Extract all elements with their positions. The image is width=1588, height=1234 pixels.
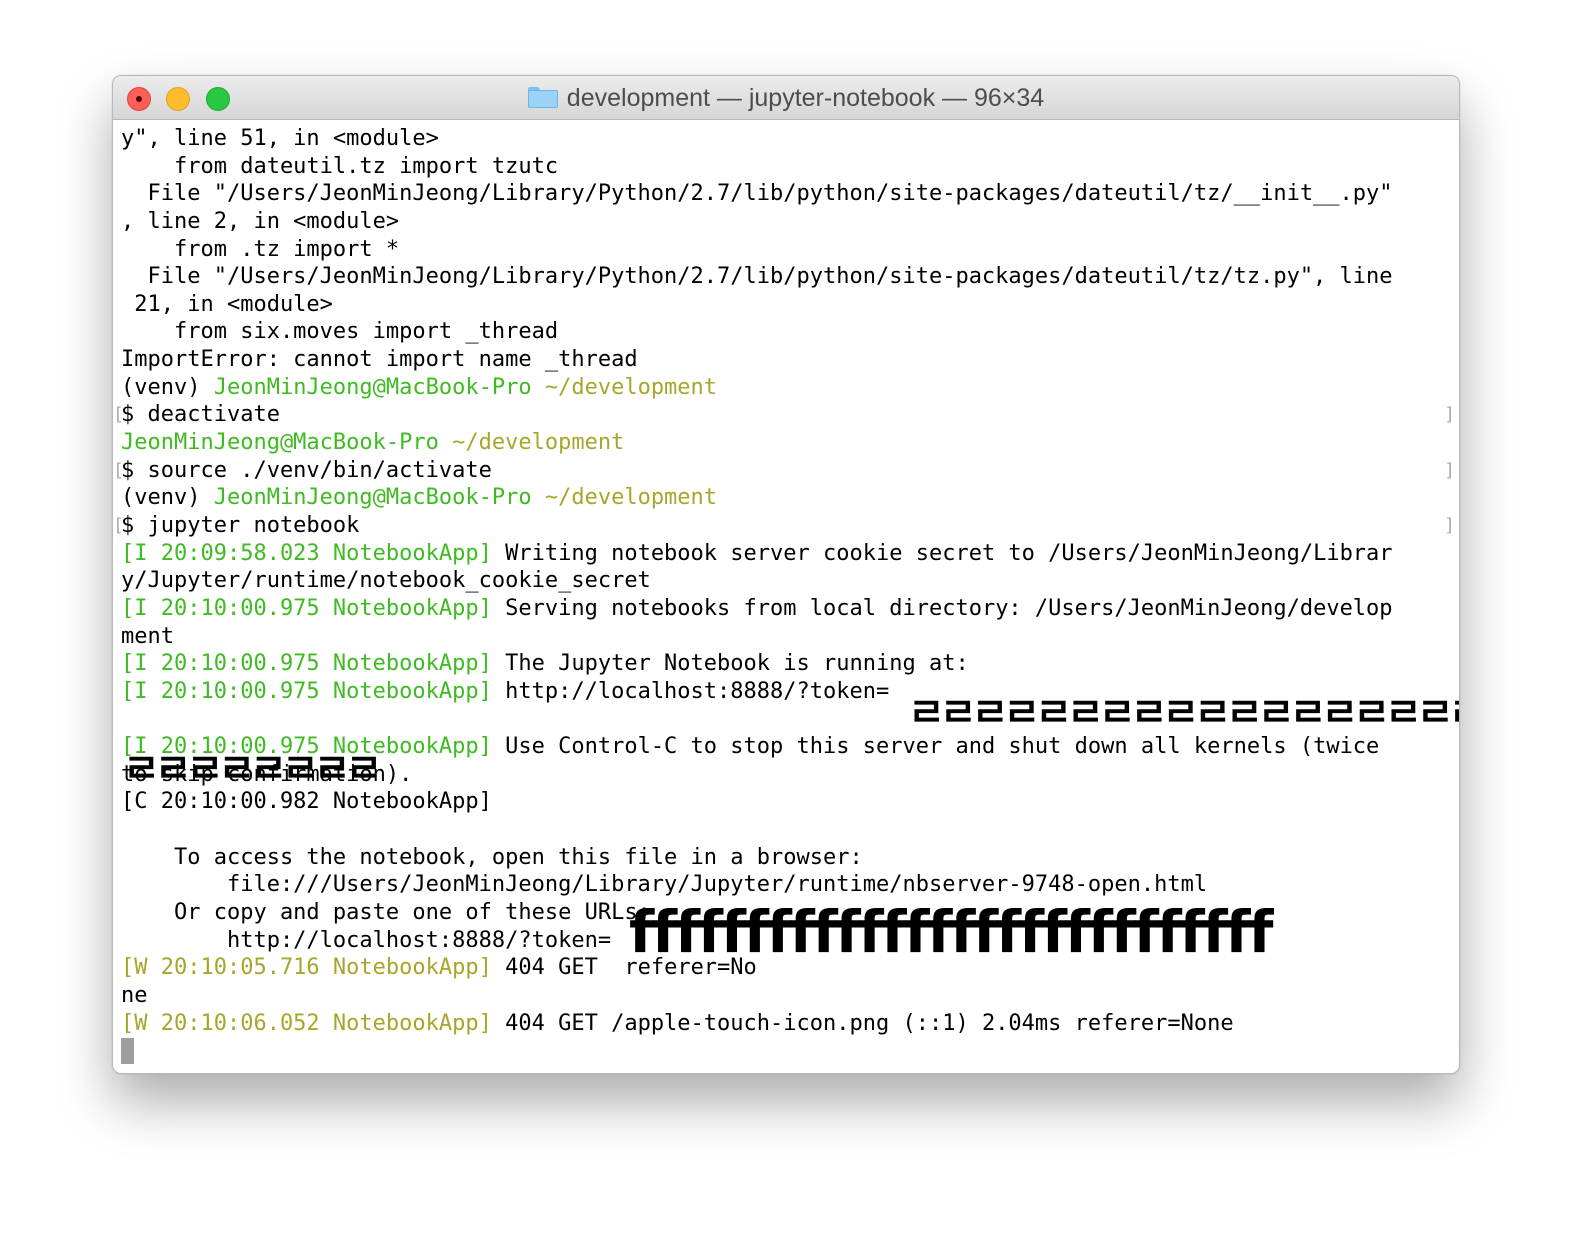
terminal-text: 21, in <module> [121,291,333,317]
terminal-line: y", line 51, in <module> [121,125,1451,153]
cursor-line [121,1037,1451,1065]
terminal-line: from dateutil.tz import tzutc [121,153,1451,181]
terminal-line: from six.moves import _thread [121,318,1451,346]
terminal-text: JeonMinJeong@MacBook-Pro [213,374,532,400]
terminal-text: y/Jupyter/runtime/notebook_cookie_secret [121,568,651,594]
text-cursor[interactable] [121,1038,134,1065]
title-bar[interactable]: development — jupyter-notebook — 96×34 [113,76,1459,120]
terminal-text: To access the notebook, open this file i… [121,844,863,870]
terminal-line: To access the notebook, open this file i… [121,844,1451,872]
terminal-line: JeonMinJeong@MacBook-Pro ~/development [121,429,1451,457]
terminal-line: ment [121,623,1451,651]
terminal-text: File "/Users/JeonMinJeong/Library/Python… [121,181,1393,207]
line-mark-left: [ [113,514,124,536]
terminal-line: [I 20:10:00.975 NotebookApp] Serving not… [121,595,1451,623]
terminal-text: from .tz import * [121,236,400,262]
terminal-line: y/Jupyter/runtime/notebook_cookie_secret [121,567,1451,595]
terminal-text: http://localhost:8888/?token= [491,678,890,704]
terminal-line: to skip confirmation). [121,761,1451,789]
terminal-line: (venv) JeonMinJeong@MacBook-Pro ~/develo… [121,374,1451,402]
line-mark-left: [ [113,404,124,426]
terminal-line: ImportError: cannot import name _thread [121,346,1451,374]
terminal-window[interactable]: development — jupyter-notebook — 96×34 y… [112,75,1460,1074]
terminal-text: ImportError: cannot import name _thread [121,347,638,373]
terminal-text: $ deactivate [121,402,280,428]
terminal-text: to skip confirmation). [121,761,413,787]
terminal-text: ~/development [531,374,718,400]
terminal-text: JeonMinJeong@MacBook-Pro [213,485,532,511]
terminal-line: File "/Users/JeonMinJeong/Library/Python… [121,180,1451,208]
terminal-text: [I 20:10:00.975 NotebookApp] [121,595,492,621]
window-title: development — jupyter-notebook — 96×34 [566,84,1045,112]
terminal-text: ment [121,623,174,649]
terminal-line: http://localhost:8888/?token= [121,927,1451,955]
terminal-text: from six.moves import _thread [121,319,559,345]
terminal-line: , line 2, in <module> [121,208,1451,236]
terminal-text: [W 20:10:05.716 NotebookApp] [121,955,492,981]
terminal-line: [I 20:10:00.975 NotebookApp] Use Control… [121,733,1451,761]
terminal-line: $ deactivate[] [113,401,1455,429]
terminal-text: [C 20:10:00.982 NotebookApp] [121,789,492,815]
terminal-text: [I 20:10:00.975 NotebookApp] [121,734,492,760]
terminal-line: [I 20:09:58.023 NotebookApp] Writing not… [121,540,1451,568]
terminal-line: from .tz import * [121,236,1451,264]
terminal-line: $ jupyter notebook[] [113,512,1455,540]
terminal-line: [W 20:10:05.716 NotebookApp] 404 GET ref… [121,954,1451,982]
terminal-line: [W 20:10:06.052 NotebookApp] 404 GET /ap… [121,1010,1451,1038]
terminal-line: File "/Users/JeonMinJeong/Library/Python… [121,263,1451,291]
terminal-line: 21, in <module> [121,291,1451,319]
terminal-text: [I 20:10:00.975 NotebookApp] [121,651,492,677]
line-mark-right: ] [1444,514,1455,536]
terminal-text: [I 20:10:00.975 NotebookApp] [121,678,492,704]
window-title-area: development — jupyter-notebook — 96×34 [113,76,1459,119]
terminal-text: file:///Users/JeonMinJeong/Library/Jupyt… [121,872,1208,898]
terminal-line: [I 20:10:00.975 NotebookApp] The Jupyter… [121,650,1451,678]
line-mark-right: ] [1444,459,1455,481]
terminal-text: $ jupyter notebook [121,512,360,538]
line-mark-left: [ [113,459,124,481]
terminal-line: $ source ./venv/bin/activate[] [113,457,1455,485]
terminal-output[interactable]: y", line 51, in <module> from dateutil.t… [113,125,1459,1073]
terminal-text: y", line 51, in <module> [121,126,439,151]
folder-icon [527,87,558,108]
terminal-text: ~/development [438,430,625,456]
terminal-text: Serving notebooks from local directory: … [491,595,1393,621]
terminal-text: (venv) [121,485,214,511]
terminal-text: [W 20:10:06.052 NotebookApp] [121,1010,492,1036]
terminal-text: Writing notebook server cookie secret to… [491,540,1393,566]
terminal-text: 404 GET [491,955,612,981]
terminal-text: Use Control-C to stop this server and sh… [491,734,1380,760]
line-mark-right: ] [1444,404,1455,426]
terminal-text: (venv) [121,374,214,400]
terminal-text: ne [121,982,148,1008]
terminal-text: from dateutil.tz import tzutc [121,153,559,179]
terminal-text: File "/Users/JeonMinJeong/Library/Python… [121,264,1393,290]
terminal-text: JeonMinJeong@MacBook-Pro [121,430,439,456]
terminal-line: [C 20:10:00.982 NotebookApp] [121,788,1451,816]
terminal-text: The Jupyter Notebook is running at: [491,651,969,677]
terminal-text: http://localhost:8888/?token= [121,927,612,953]
terminal-text: , line 2, in <module> [121,208,400,234]
terminal-text: referer=No [611,955,757,981]
terminal-text: Or copy and paste one of these URLs: [121,899,651,925]
terminal-text: $ source ./venv/bin/activate [121,457,492,483]
terminal-line: ne [121,982,1451,1010]
terminal-line: [I 20:10:00.975 NotebookApp] http://loca… [121,678,1451,706]
terminal-text: [I 20:09:58.023 NotebookApp] [121,540,492,566]
terminal-line: (venv) JeonMinJeong@MacBook-Pro ~/develo… [121,484,1451,512]
terminal-text: ~/development [531,485,718,511]
terminal-text: 404 GET /apple-touch-icon.png (::1) 2.04… [491,1010,1234,1036]
terminal-line: file:///Users/JeonMinJeong/Library/Jupyt… [121,871,1451,899]
terminal-line: Or copy and paste one of these URLs: [121,899,1451,927]
